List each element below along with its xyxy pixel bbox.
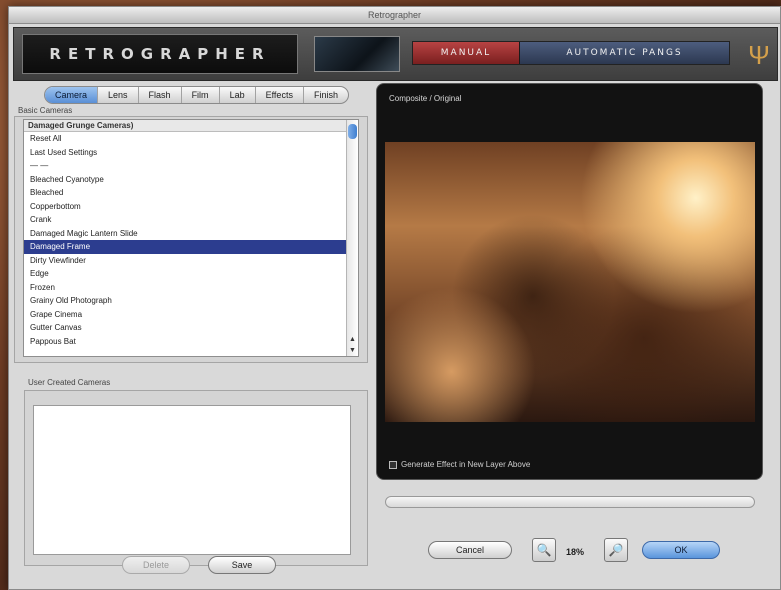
zoom-in-icon[interactable]: 🔍	[532, 538, 556, 562]
tab-film[interactable]: Film	[182, 87, 220, 103]
list-item[interactable]: — —	[24, 159, 358, 173]
save-button[interactable]: Save	[208, 556, 276, 574]
user-cameras-label: User Created Cameras	[28, 378, 111, 387]
preset-thumbnail	[314, 36, 400, 72]
list-item[interactable]: Frozen	[24, 281, 358, 295]
generate-layer-checkbox[interactable]	[389, 460, 397, 469]
basic-cameras-label: Basic Cameras	[18, 106, 73, 115]
basic-cameras-group: Damaged Grunge Cameras) Reset All Last Us…	[14, 116, 368, 363]
list-item[interactable]: Bleached Cyanotype	[24, 173, 358, 187]
cancel-button[interactable]: Cancel	[428, 541, 512, 559]
window-title: Retrographer	[9, 7, 780, 24]
tuning-fork-icon: Ψ	[748, 40, 770, 70]
user-cameras-group	[24, 390, 368, 566]
camera-list[interactable]: Damaged Grunge Cameras) Reset All Last Us…	[23, 119, 359, 357]
scroll-up-arrow-icon[interactable]: ▲	[347, 334, 358, 345]
tab-finish[interactable]: Finish	[304, 87, 348, 103]
scroll-thumb[interactable]	[348, 124, 357, 139]
list-scrollbar[interactable]: ▲ ▼	[346, 120, 358, 356]
list-item[interactable]: Grape Cinema	[24, 308, 358, 322]
preview-image	[385, 142, 755, 422]
ok-button[interactable]: OK	[642, 541, 720, 559]
left-panel: Camera Lens Flash Film Lab Effects Finish Basi…	[14, 82, 368, 578]
category-tabs: Camera Lens Flash Film Lab Effects Finish	[44, 86, 349, 104]
user-camera-list[interactable]	[33, 405, 351, 555]
tab-camera[interactable]: Camera	[45, 87, 99, 103]
retrographer-logo: RETROGRAPHER	[22, 34, 298, 74]
tab-flash[interactable]: Flash	[139, 87, 182, 103]
list-item[interactable]: Damaged Frame	[24, 240, 358, 254]
list-item[interactable]: Edge	[24, 267, 358, 281]
header-bar: RETROGRAPHER MANUAL AUTOMATIC PANGS Ψ	[13, 27, 778, 81]
list-item[interactable]: Gutter Canvas	[24, 321, 358, 335]
list-category-header: Damaged Grunge Cameras)	[24, 120, 358, 132]
progress-bar	[385, 496, 755, 508]
tab-lens[interactable]: Lens	[98, 87, 139, 103]
delete-button[interactable]: Delete	[122, 556, 190, 574]
list-item[interactable]: Grainy Old Photograph	[24, 294, 358, 308]
list-item[interactable]: Crank	[24, 213, 358, 227]
generate-layer-label: Generate Effect in New Layer Above	[401, 460, 531, 469]
list-item[interactable]: Copperbottom	[24, 200, 358, 214]
zoom-level: 18%	[566, 547, 585, 557]
list-item[interactable]: Reset All	[24, 132, 358, 146]
list-item[interactable]: Bleached	[24, 186, 358, 200]
generate-layer-option[interactable]: Generate Effect in New Layer Above	[389, 460, 530, 469]
scroll-down-arrow-icon[interactable]: ▼	[347, 345, 358, 356]
manual-mode-button[interactable]: MANUAL	[413, 42, 519, 64]
list-item[interactable]: Damaged Magic Lantern Slide	[24, 227, 358, 241]
tab-effects[interactable]: Effects	[256, 87, 304, 103]
zoom-out-icon[interactable]: 🔎	[604, 538, 628, 562]
list-item[interactable]: Dirty Viewfinder	[24, 254, 358, 268]
automatic-mode-button[interactable]: AUTOMATIC PANGS	[519, 42, 729, 64]
preview-panel: Composite / Original Generate Effect in …	[376, 83, 763, 480]
list-item[interactable]: Last Used Settings	[24, 146, 358, 160]
preview-label: Composite / Original	[389, 94, 462, 103]
tab-lab[interactable]: Lab	[220, 87, 256, 103]
list-item[interactable]: Pappous Bat	[24, 335, 358, 349]
mode-switch: MANUAL AUTOMATIC PANGS	[412, 41, 730, 65]
